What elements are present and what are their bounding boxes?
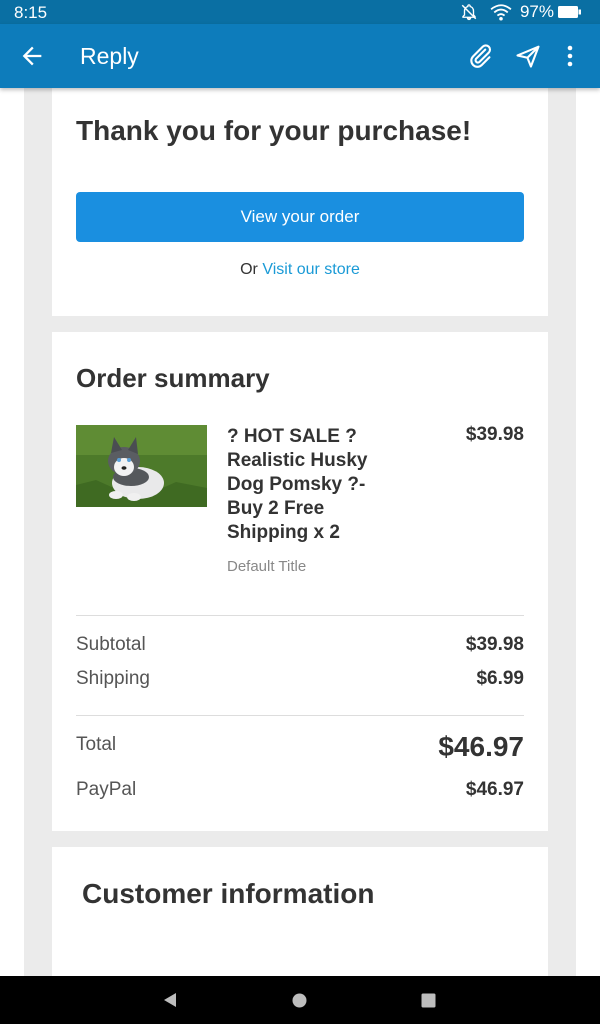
customer-info-title: Customer information	[82, 878, 375, 909]
order-summary-title: Order summary	[76, 363, 270, 393]
product-name: ? HOT SALE ? Realistic Husky Dog Pomsky …	[227, 426, 368, 543]
order-summary-card: Order summary ? HOT SALE ? Realistic Hus…	[52, 332, 548, 831]
customer-info-card: Customer information	[52, 847, 548, 976]
product-variant: Default Title	[227, 558, 307, 575]
app-bar: Reply	[0, 24, 600, 88]
product-price: $39.98	[465, 424, 524, 445]
system-nav-bar	[0, 976, 600, 1024]
divider	[76, 615, 524, 616]
or-text: Or	[240, 261, 258, 278]
thanks-title: Thank you for your purchase!	[76, 115, 472, 146]
wifi-icon	[490, 3, 512, 21]
nav-recents-icon[interactable]	[421, 993, 436, 1013]
battery-icon	[558, 5, 582, 19]
notifications-off-icon	[460, 3, 478, 21]
divider	[76, 715, 524, 716]
payment-method-label: PayPal	[76, 779, 137, 800]
status-bar: 8:15 97%	[0, 0, 600, 24]
shipping-value: $6.99	[476, 668, 524, 689]
email-content[interactable]: Thank you for your purchase! View your o…	[0, 88, 600, 976]
attach-icon[interactable]	[466, 42, 494, 70]
nav-back-icon[interactable]	[162, 992, 178, 1013]
battery-percent: 97%	[519, 2, 554, 21]
status-icons: 97%	[460, 2, 582, 22]
more-vert-icon[interactable]	[558, 42, 582, 70]
subtotal-value: $39.98	[465, 634, 524, 655]
visit-store-link[interactable]: Visit our store	[262, 261, 360, 278]
store-link-line: Or Visit our store	[52, 261, 548, 279]
product-image	[76, 425, 207, 507]
shipping-label: Shipping	[76, 668, 150, 689]
app-bar-title: Reply	[80, 43, 139, 69]
back-arrow-icon[interactable]	[18, 42, 46, 70]
subtotal-label: Subtotal	[76, 634, 146, 655]
nav-home-icon[interactable]	[292, 993, 307, 1013]
view-order-button[interactable]: View your order	[76, 192, 524, 242]
status-time: 8:15	[14, 3, 48, 22]
thanks-card: Thank you for your purchase! View your o…	[52, 88, 548, 316]
total-label: Total	[76, 734, 117, 755]
payment-amount: $46.97	[465, 779, 524, 800]
total-value: $46.97	[438, 731, 524, 762]
send-icon[interactable]	[514, 42, 542, 70]
